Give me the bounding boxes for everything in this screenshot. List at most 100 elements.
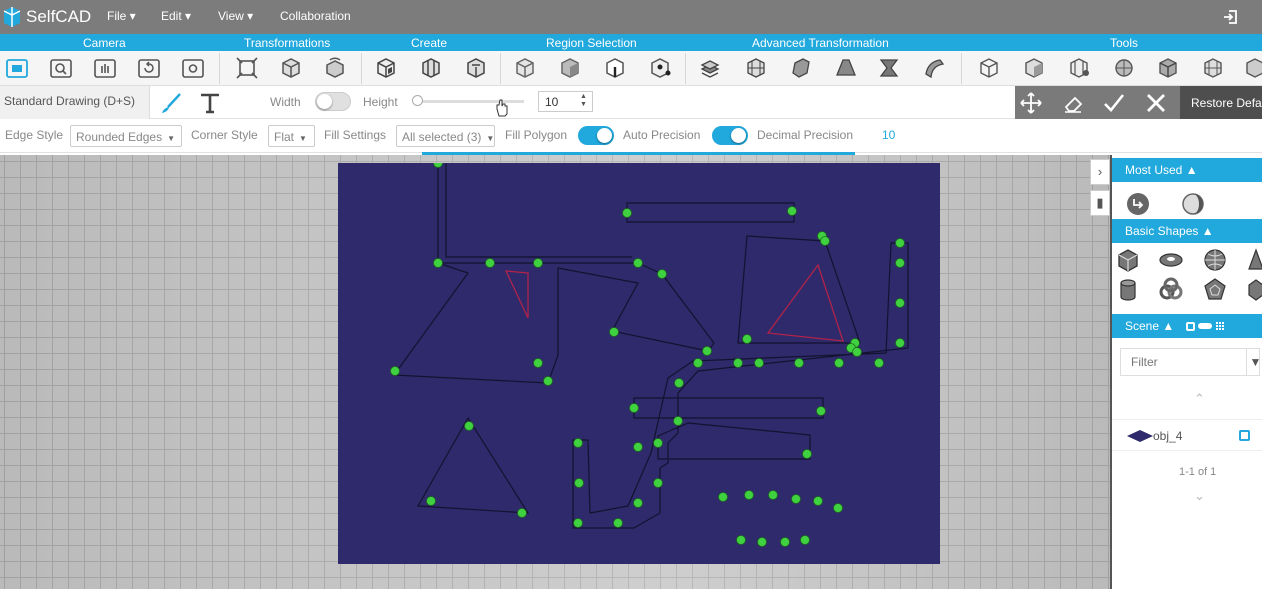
sphere-shape-icon[interactable] [1180, 191, 1206, 217]
sketch-point[interactable] [543, 376, 553, 386]
sketch-point[interactable] [874, 358, 884, 368]
sketch-point[interactable] [633, 258, 643, 268]
scene-box-icon[interactable] [1185, 322, 1195, 331]
sketch-point[interactable] [609, 327, 619, 337]
subdivision-icon[interactable] [744, 56, 768, 80]
move-arrows-icon[interactable] [1018, 90, 1044, 116]
sketch-point[interactable] [742, 334, 752, 344]
sketch-point[interactable] [622, 208, 632, 218]
camera-zoom-icon[interactable] [49, 56, 73, 80]
app-logo[interactable]: SelfCAD [0, 4, 91, 30]
cone-shape-icon[interactable] [1248, 247, 1262, 273]
cancel-close-icon[interactable] [1143, 90, 1169, 116]
rotate-tool-icon[interactable] [323, 56, 347, 80]
sketch-point[interactable] [757, 537, 767, 547]
object-visibility-checkbox[interactable] [1239, 430, 1250, 441]
decimal-precision-value[interactable]: 10 [882, 128, 895, 142]
sketch-point[interactable] [816, 406, 826, 416]
sketch-point[interactable] [794, 358, 804, 368]
move-tool-icon[interactable] [235, 56, 259, 80]
edge-style-dropdown[interactable]: Rounded Edges ▼ [70, 125, 182, 147]
tool-mesh-icon[interactable] [1201, 56, 1225, 80]
menu-file[interactable]: File ▾ [107, 9, 136, 23]
eraser-icon[interactable] [1060, 90, 1086, 116]
most-used-header[interactable]: Most Used ▲ [1112, 158, 1262, 182]
bend-icon[interactable] [922, 56, 946, 80]
camera-rotate-icon[interactable] [137, 56, 161, 80]
sketch-point[interactable] [895, 238, 905, 248]
sketch-point[interactable] [653, 438, 663, 448]
scene-grid-icon[interactable] [1215, 321, 1226, 331]
category-transformations[interactable]: Transformations [244, 36, 330, 50]
sketch-point[interactable] [533, 358, 543, 368]
create-shape-icon[interactable] [374, 56, 398, 80]
sketch-point[interactable] [768, 490, 778, 500]
confirm-check-icon[interactable] [1101, 90, 1127, 116]
sketch-point[interactable] [464, 421, 474, 431]
category-create[interactable]: Create [411, 36, 447, 50]
sketch-point[interactable] [754, 358, 764, 368]
height-slider-handle[interactable] [412, 95, 423, 106]
sketch-canvas[interactable] [338, 163, 940, 564]
sketch-point[interactable] [633, 498, 643, 508]
create-3d-sketch-icon[interactable] [419, 56, 443, 80]
sketch-point[interactable] [657, 269, 667, 279]
sketch-point[interactable] [702, 346, 712, 356]
sketch-point[interactable] [895, 298, 905, 308]
knot-shape-icon[interactable] [1158, 277, 1184, 303]
sketch-point[interactable] [613, 518, 623, 528]
sketch-point[interactable] [673, 416, 683, 426]
sketch-point[interactable] [674, 378, 684, 388]
scroll-up-chevron-icon[interactable]: ⌃ [1194, 391, 1205, 407]
sketch-point[interactable] [433, 258, 443, 268]
globe-shape-icon[interactable] [1202, 247, 1228, 273]
brush-icon[interactable] [160, 92, 182, 114]
sketch-point[interactable] [426, 496, 436, 506]
menu-edit[interactable]: Edit ▾ [161, 9, 191, 23]
category-region-selection[interactable]: Region Selection [546, 36, 637, 50]
tool-repair-icon[interactable] [1156, 56, 1180, 80]
recent-tool-icon[interactable] [1125, 191, 1151, 217]
sketch-point[interactable] [633, 442, 643, 452]
sign-out-icon[interactable] [1222, 8, 1240, 26]
camera-home-icon[interactable] [5, 56, 29, 80]
height-stepper-arrows[interactable]: ▲ ▼ [580, 93, 587, 109]
restore-defaults-button[interactable]: Restore Defaults [1180, 86, 1262, 119]
tool-solid-icon[interactable] [1022, 56, 1046, 80]
sketch-point[interactable] [895, 258, 905, 268]
polyhedron-shape-icon[interactable] [1248, 277, 1262, 303]
torus-shape-icon[interactable] [1158, 247, 1184, 273]
sketch-point[interactable] [653, 478, 663, 488]
corner-style-dropdown[interactable]: Flat ▼ [268, 125, 315, 147]
tool-more-icon[interactable] [1243, 56, 1262, 80]
sketch-point[interactable] [533, 258, 543, 268]
sketch-point[interactable] [802, 449, 812, 459]
sketch-point[interactable] [733, 358, 743, 368]
toggle-sidebar-button[interactable]: ▮ [1090, 190, 1110, 216]
sketch-point[interactable] [852, 347, 862, 357]
sketch-point[interactable] [820, 236, 830, 246]
cube-shape-icon[interactable] [1115, 247, 1141, 273]
bevel-icon[interactable] [789, 56, 813, 80]
sketch-point[interactable] [833, 503, 843, 513]
collapse-panel-button[interactable]: › [1090, 159, 1110, 185]
create-text-icon[interactable] [464, 56, 488, 80]
sketch-point[interactable] [736, 535, 746, 545]
sketch-point[interactable] [629, 403, 639, 413]
text-tool-icon[interactable] [198, 91, 222, 115]
cylinder-shape-icon[interactable] [1115, 277, 1141, 303]
sketch-point[interactable] [787, 206, 797, 216]
sketch-point[interactable] [517, 508, 527, 518]
sketch-point[interactable] [718, 492, 728, 502]
scene-view-toggle[interactable] [1197, 323, 1212, 329]
extrusion-icon[interactable] [698, 56, 722, 80]
scene-object-row[interactable]: obj_4 [1112, 419, 1262, 451]
category-tools[interactable]: Tools [1110, 36, 1138, 50]
sketch-point[interactable] [574, 478, 584, 488]
scroll-down-chevron-icon[interactable]: ⌄ [1194, 488, 1205, 504]
select-vertex-icon[interactable] [648, 56, 672, 80]
fill-settings-dropdown[interactable]: All selected (3) ▼ [396, 125, 495, 147]
twist-icon[interactable] [877, 56, 901, 80]
dodecahedron-shape-icon[interactable] [1202, 277, 1228, 303]
camera-pan-icon[interactable] [93, 56, 117, 80]
